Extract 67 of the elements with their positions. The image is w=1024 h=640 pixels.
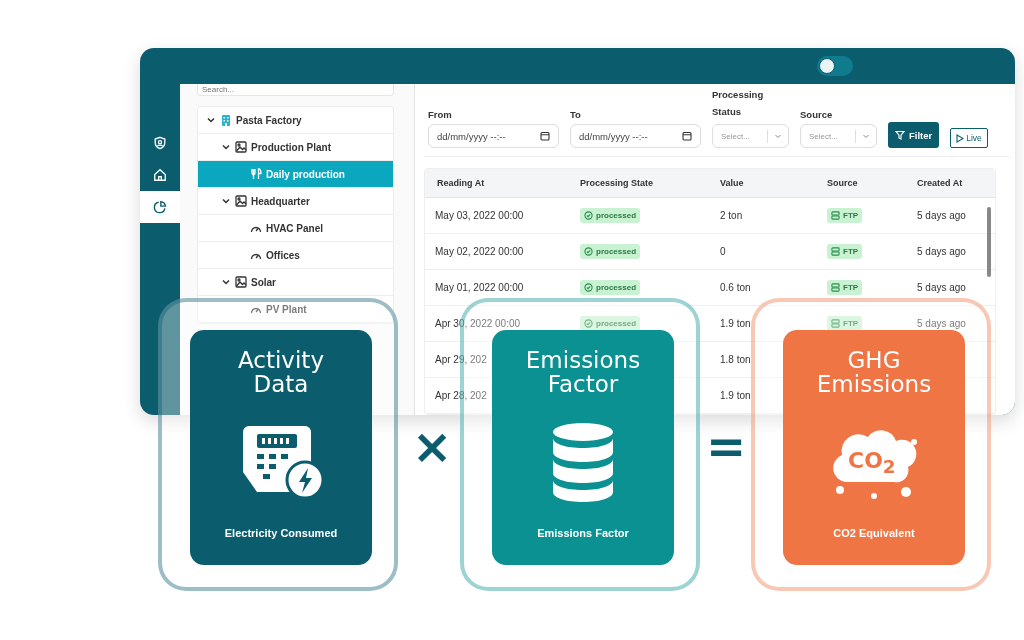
card-title: GHG Emissions [815,348,933,397]
chevron-icon [206,115,216,125]
source-badge: FTP [827,280,863,295]
table-cell: 0.6 ton [720,282,751,293]
tree-item[interactable]: PV Plant [198,296,393,323]
building-icon [220,113,232,127]
pie-chart-icon[interactable] [140,191,180,223]
card-subtitle: Electricity Consumed [224,527,338,539]
image-icon [235,276,247,288]
column-header: Processing State [579,178,655,188]
status-badge: processed [580,208,641,223]
math-operator: × [412,422,453,470]
live-button[interactable]: Live [950,128,988,148]
table-cell: 1.9 ton [720,318,751,329]
image-icon [235,141,247,153]
date-field[interactable]: dd/mm/yyyy --:-- [428,124,559,148]
toggle-switch[interactable] [817,56,853,76]
field-label: To [570,109,582,120]
table-cell: 2 ton [720,210,743,221]
field-label: Source [800,109,834,120]
card-title: Activity Data [237,348,325,397]
math-operator: = [706,422,747,470]
filter-icon [895,130,905,140]
tree-item[interactable]: Headquarter [198,188,393,215]
tree-item[interactable]: Solar [198,269,393,296]
table-cell: 1.9 ton [720,390,751,401]
image-icon [235,195,247,207]
column-header: Value [719,178,745,188]
card-title: Emissions Factor [524,348,642,397]
table-cell: Apr 29, 202 [435,354,487,365]
table-cell: 1.8 ton [720,354,751,365]
tree-item[interactable]: HVAC Panel [198,215,393,242]
table-cell: 5 days ago [917,282,966,293]
table-cell: May 02, 2022 00:00 [435,246,524,257]
status-badge: processed [580,244,641,259]
column-header: Source [826,178,859,188]
field-label: From [428,109,453,120]
date-field[interactable]: dd/mm/yyyy --:-- [570,124,701,148]
column-header: Created At [916,178,964,188]
search-field[interactable]: Search... [197,84,394,96]
table-cell: May 03, 2022 00:00 [435,210,524,221]
fork-knife-icon [250,168,262,180]
card-subtitle: Emissions Factor [537,527,629,539]
chevron-icon [221,277,231,287]
source-badge: FTP [827,244,863,259]
play-icon [956,133,965,143]
chevron-icon [221,142,231,152]
chevron-icon [862,132,870,140]
source-badge: FTP [827,208,863,223]
table-cell: 5 days ago [917,318,966,329]
table-cell: 5 days ago [917,210,966,221]
table-cell: 5 days ago [917,246,966,257]
tree-item[interactable]: Offices [198,242,393,269]
database-icon [550,421,616,502]
filter-button[interactable]: Filter [888,122,940,148]
table-cell: 0 [720,246,726,257]
chevron-icon [221,196,231,206]
chevron-icon [774,132,782,140]
card-subtitle: CO2 Equivalent [833,527,915,539]
status-badge: processed [580,280,641,295]
field-label: Processing Status [712,88,765,119]
table-cell: Apr 30, 2022 00:00 [435,318,521,329]
tree-item[interactable]: Pasta Factory [198,107,393,134]
column-header: Reading At [436,178,486,188]
calendar-icon [540,131,550,141]
calendar-icon [682,131,692,141]
table-cell: May 01, 2022 00:00 [435,282,524,293]
